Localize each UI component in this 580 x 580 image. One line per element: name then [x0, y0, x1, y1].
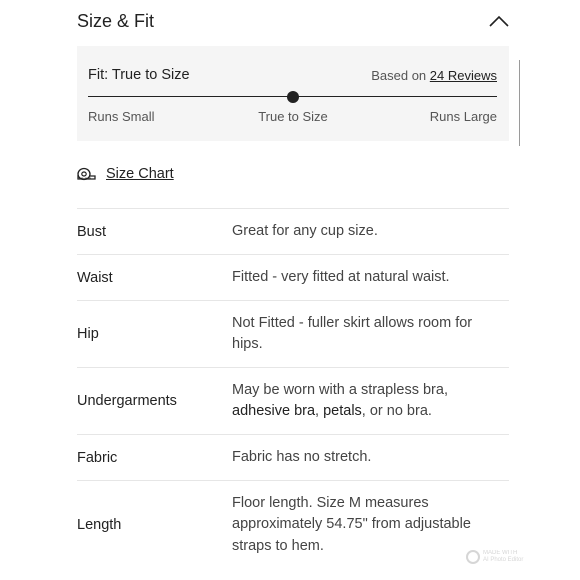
fit-label: Fit: True to Size [88, 67, 190, 83]
row-key: Bust [77, 223, 107, 240]
fit-details-table: Bust Great for any cup size. Waist Fitte… [77, 208, 509, 569]
fit-indicator-dot [286, 91, 299, 103]
chevron-up-icon[interactable] [488, 13, 510, 29]
scrollbar[interactable] [519, 60, 520, 146]
reviews-prefix: Based on [371, 68, 427, 83]
watermark-logo-icon [466, 550, 480, 564]
table-row: Bust Great for any cup size. [77, 208, 509, 254]
reviews-summary: Based on 24 Reviews [371, 68, 497, 83]
watermark-text: MADE WITH AI Photo Editor [483, 550, 524, 563]
section-title: Size & Fit [77, 11, 155, 31]
measuring-tape-icon [77, 167, 97, 183]
table-row: Length Floor length. Size M measures app… [77, 480, 509, 569]
row-key: Waist [77, 269, 113, 286]
row-key: Undergarments [77, 393, 177, 409]
table-row: Fabric Fabric has no stretch. [77, 434, 509, 480]
row-value: May be worn with a strapless bra, adhesi… [232, 381, 448, 420]
row-value: Not Fitted - fuller skirt allows room fo… [232, 314, 473, 353]
row-key: Length [77, 517, 122, 533]
table-row: Hip Not Fitted - fuller skirt allows roo… [77, 300, 509, 367]
row-key: Hip [77, 326, 99, 342]
row-value: Great for any cup size. [232, 222, 378, 239]
scale-label-large: Runs Large [429, 109, 497, 124]
table-row: Undergarments May be worn with a straple… [77, 367, 509, 434]
size-chart-label: Size Chart [106, 166, 174, 182]
watermark: MADE WITH AI Photo Editor [466, 546, 542, 568]
reviews-link[interactable]: 24 Reviews [430, 68, 497, 83]
table-row: Waist Fitted - very fitted at natural wa… [77, 254, 509, 300]
size-fit-header[interactable]: Size & Fit [77, 9, 510, 35]
row-value: Fitted - very fitted at natural waist. [232, 268, 450, 285]
row-value: Floor length. Size M measures approximat… [232, 494, 471, 554]
row-value: Fabric has no stretch. [232, 448, 372, 465]
fit-card: Fit: True to Size Based on 24 Reviews Ru… [77, 46, 509, 141]
row-key: Fabric [77, 449, 118, 466]
